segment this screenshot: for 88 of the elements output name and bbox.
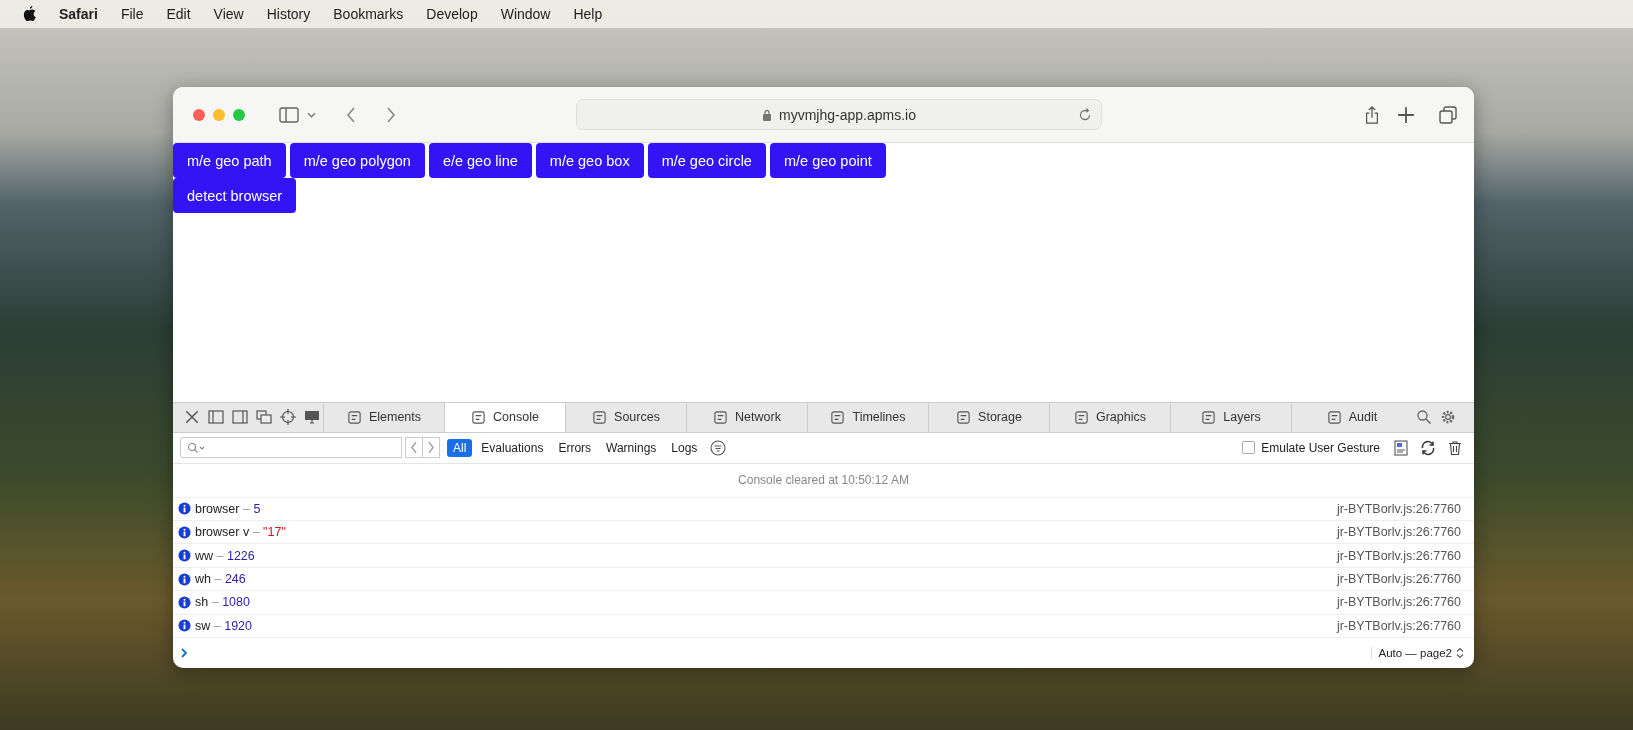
monitor-icon[interactable] (304, 409, 320, 426)
page-button[interactable]: m/e geo path (173, 143, 286, 178)
source-link[interactable]: jr-BYTBorlv.js:26:7760 (1336, 525, 1461, 540)
tab-icon (592, 409, 608, 425)
filter-button[interactable]: Evaluations (475, 438, 550, 457)
devtools-tab[interactable]: Graphics (1049, 402, 1170, 432)
filter-field[interactable] (180, 437, 402, 459)
sidebar-icon[interactable] (279, 105, 299, 124)
menu-item[interactable]: Bookmarks (333, 6, 404, 22)
document-icon[interactable] (1393, 439, 1409, 456)
tab-icon (346, 409, 362, 425)
reload-icon[interactable] (1078, 107, 1092, 122)
close-icon[interactable] (184, 409, 200, 426)
info-icon (178, 595, 191, 609)
devtools-tab[interactable]: Layers (1170, 402, 1291, 432)
devtools-tab[interactable]: Storage (928, 402, 1049, 432)
devtools-tab[interactable]: Network (686, 402, 807, 432)
info-icon (178, 572, 191, 586)
tab-icon (713, 409, 729, 425)
menu-item[interactable]: Window (500, 6, 551, 22)
chevron-down-icon[interactable] (307, 111, 316, 118)
page-button[interactable]: m/e geo point (769, 143, 886, 178)
console-message: browser v – "17" (195, 525, 286, 540)
page-button[interactable]: m/e geo box (535, 143, 644, 178)
apple-logo-icon[interactable] (22, 5, 37, 23)
source-link[interactable]: jr-BYTBorlv.js:26:7760 (1336, 572, 1461, 586)
menu-item[interactable]: Develop (426, 6, 478, 22)
source-link[interactable]: jr-BYTBorlv.js:26:7760 (1336, 595, 1461, 610)
tab-icon (1201, 409, 1217, 425)
devtools-tab[interactable]: Audit (1291, 402, 1412, 432)
address-bar[interactable]: myvmjhg-app.apms.io (576, 99, 1102, 130)
context-selector[interactable]: Auto — page2 (1371, 647, 1452, 659)
console-message: wh – 246 (195, 572, 246, 586)
info-icon (178, 502, 191, 516)
menu-item[interactable]: File (120, 6, 144, 22)
console-message: sw – 1920 (195, 618, 252, 633)
info-icon (178, 619, 191, 633)
source-link[interactable]: jr-BYTBorlv.js:26:7760 (1336, 501, 1461, 516)
filter-options-icon[interactable] (710, 439, 727, 456)
page-button[interactable]: e/e geo line (428, 143, 532, 178)
filter-button[interactable]: Warnings (600, 438, 663, 457)
close-button[interactable] (193, 108, 205, 121)
plus-icon[interactable] (1396, 105, 1416, 124)
page-button[interactable]: detect browser (173, 178, 297, 213)
menu-item[interactable]: Edit (166, 6, 191, 22)
checkbox[interactable] (1242, 441, 1256, 455)
tab-icon (471, 409, 487, 425)
address-text: myvmjhg-app.apms.io (779, 106, 916, 123)
trash-icon[interactable] (1447, 439, 1463, 456)
checkbox-label: Emulate User Gesture (1261, 440, 1380, 455)
filter-button[interactable]: Errors (552, 438, 598, 457)
search-icon[interactable] (1416, 409, 1432, 426)
tab-icon (1074, 409, 1089, 425)
settings-icon[interactable] (1440, 409, 1456, 426)
prompt-icon[interactable] (180, 648, 188, 658)
page-button[interactable]: m/e geo polygon (289, 143, 425, 178)
up-down-chevron-icon[interactable] (1456, 647, 1464, 659)
page-button[interactable]: m/e geo circle (647, 143, 766, 178)
devtools-tab[interactable]: Console (444, 402, 565, 432)
dock-side-icon[interactable] (232, 409, 248, 426)
source-link[interactable]: jr-BYTBorlv.js:26:7760 (1336, 548, 1461, 563)
search-icon (187, 441, 205, 454)
back-icon[interactable] (346, 106, 356, 123)
info-icon (178, 549, 191, 563)
tabs-overview-icon[interactable] (1438, 105, 1458, 124)
menu-item[interactable]: View (213, 6, 244, 22)
menu-app-name[interactable]: Safari (59, 6, 98, 22)
refresh-icon[interactable] (1420, 439, 1436, 456)
forward-icon[interactable] (386, 106, 396, 123)
tab-icon (956, 409, 972, 425)
console-message: ww – 1226 (195, 548, 255, 563)
lock-icon (762, 108, 773, 121)
menu-item[interactable]: History (266, 6, 311, 22)
info-icon (178, 525, 191, 539)
filter-button[interactable]: Logs (665, 438, 704, 457)
detach-window-icon[interactable] (256, 409, 272, 426)
tab-icon (1326, 409, 1342, 425)
console-cleared-message: Console cleared at 10:50:12 AM (173, 463, 1474, 498)
console-message: browser – 5 (195, 501, 261, 516)
tab-icon (830, 409, 846, 425)
devtools-tab[interactable]: Sources (565, 402, 686, 432)
dock-bottom-icon[interactable] (208, 409, 224, 426)
source-link[interactable]: jr-BYTBorlv.js:26:7760 (1336, 618, 1461, 633)
devtools-tab[interactable]: Timelines (807, 402, 928, 432)
console-message: sh – 1080 (195, 595, 250, 610)
crosshair-icon[interactable] (280, 409, 296, 426)
filter-button[interactable]: All (447, 438, 473, 457)
menu-item[interactable]: Help (573, 6, 603, 22)
